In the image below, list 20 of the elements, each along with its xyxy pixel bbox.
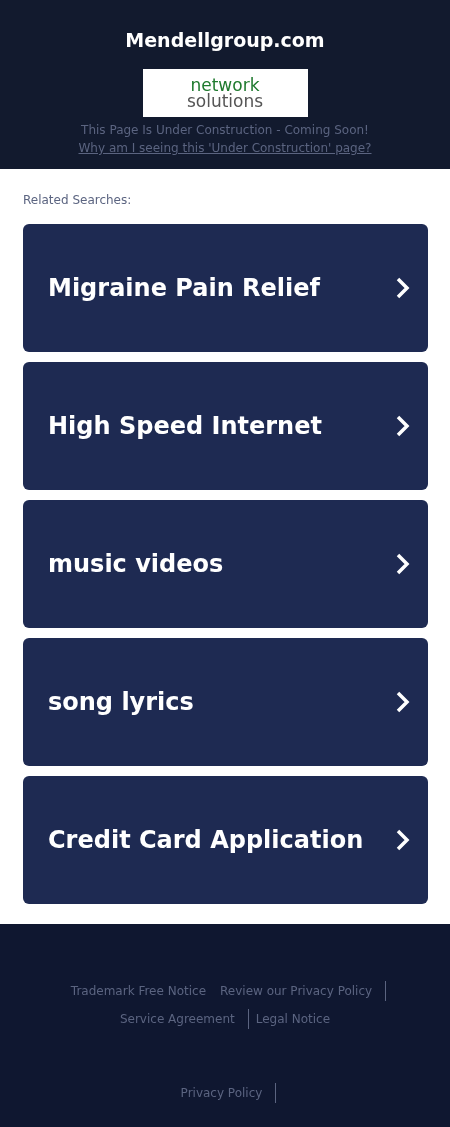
section-heading: Related Searches: — [23, 192, 132, 209]
site-title: Mendellgroup.com — [125, 28, 325, 52]
chevron-icon — [396, 415, 410, 437]
logo: network solutions — [142, 69, 308, 117]
search-link[interactable]: Migraine Pain Relief — [23, 224, 428, 352]
footer-link[interactable]: Privacy Policy — [173, 1083, 277, 1103]
search-link[interactable]: Credit Card Application — [23, 776, 428, 904]
search-link[interactable]: music videos — [23, 500, 428, 628]
chevron-icon — [396, 691, 410, 713]
search-link[interactable]: High Speed Internet — [23, 362, 428, 490]
search-link[interactable]: song lyrics — [23, 638, 428, 766]
construction-notice: This Page Is Under Construction - Coming Soon! — [81, 122, 369, 139]
info-link[interactable]: Why am I seeing this 'Under Construction' page? — [78, 139, 372, 157]
chevron-icon — [396, 829, 410, 851]
footer-link[interactable]: Review our Privacy Policy — [213, 981, 387, 1001]
footer-link[interactable]: Service Agreement — [112, 1009, 249, 1029]
footer-link[interactable]: Trademark Free Notice — [63, 981, 214, 1001]
footer-link[interactable]: Legal Notice — [248, 1009, 338, 1029]
chevron-icon — [396, 277, 410, 299]
chevron-icon — [396, 553, 410, 575]
